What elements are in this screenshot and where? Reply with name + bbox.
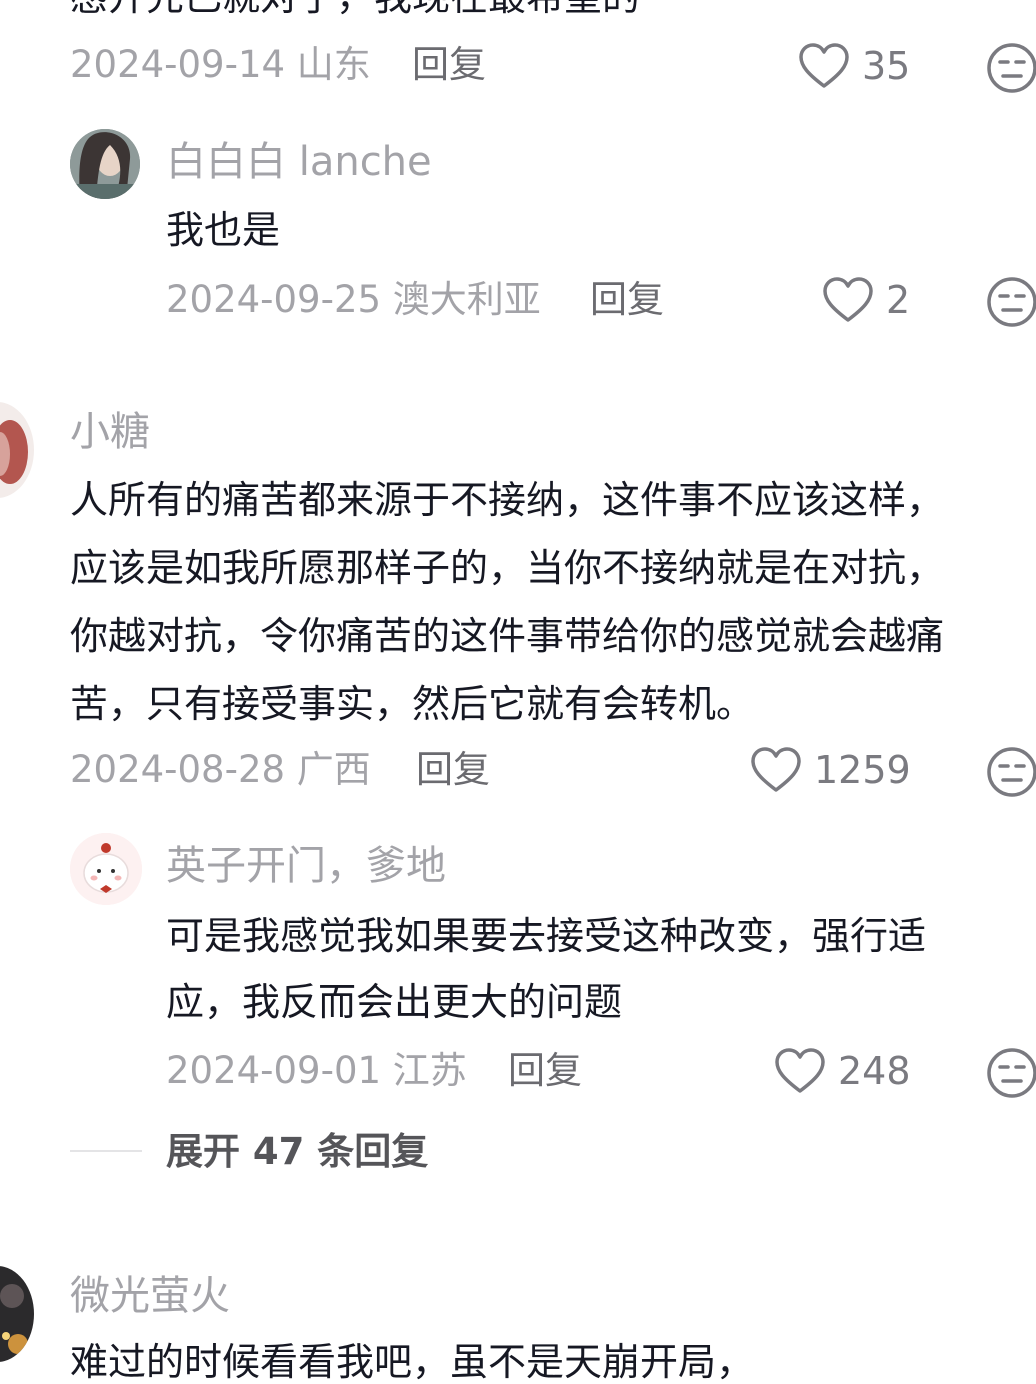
heart-icon (799, 43, 849, 88)
like-button[interactable]: 1259 (750, 746, 911, 794)
expand-replies-button[interactable]: 展开 47 条回复 (166, 1133, 428, 1170)
like-button[interactable]: 248 (774, 1047, 911, 1095)
reply-text: 我也是 (166, 208, 281, 252)
reply-button[interactable]: 回复 (508, 1052, 582, 1089)
avatar[interactable] (70, 129, 140, 199)
heart-icon (751, 747, 801, 792)
avatar[interactable] (70, 833, 142, 905)
like-button[interactable]: 2 (822, 276, 910, 324)
username[interactable]: 白白白 lanche (166, 142, 432, 182)
comment-line: 你越对抗，令你痛苦的这件事带给你的感觉就会越痛 (70, 614, 945, 658)
comment-date: 2024-09-25 澳大利亚 (166, 278, 541, 321)
reply-button[interactable]: 回复 (416, 751, 490, 788)
comment-line: 苦，只有接受事实，然后它就有会转机。 (70, 682, 755, 726)
comment-line: 应该是如我所愿那样子的，当你不接纳就是在对抗， (70, 546, 945, 590)
like-count: 35 (862, 44, 911, 88)
expand-divider (70, 1150, 142, 1152)
reply-line: 可是我感觉我如果要去接受这种改变，强行适 (166, 914, 927, 958)
comment-date: 2024-09-01 江苏 (166, 1049, 467, 1092)
reply-button[interactable]: 回复 (590, 281, 664, 318)
dislike-icon[interactable] (986, 42, 1036, 94)
like-count: 248 (838, 1049, 911, 1093)
heart-icon (823, 277, 873, 322)
like-button[interactable]: 35 (798, 42, 910, 90)
like-count: 2 (886, 278, 911, 322)
reply-button[interactable]: 回复 (412, 46, 486, 83)
like-count: 1259 (814, 748, 911, 792)
username[interactable]: 微光萤火 (70, 1276, 230, 1316)
dislike-icon[interactable] (986, 1047, 1036, 1099)
avatar[interactable] (0, 402, 34, 498)
reply-line: 应，我反而会出更大的问题 (166, 980, 623, 1024)
username[interactable]: 小糖 (70, 412, 150, 452)
username[interactable]: 英子开门，爹地 (166, 846, 446, 886)
comment-date: 2024-09-14 山东 (70, 43, 371, 86)
dislike-icon[interactable] (986, 746, 1036, 798)
dislike-icon[interactable] (986, 276, 1036, 328)
comment-text-cut: 感开先已就对了，我现在最希望的 (70, 0, 640, 16)
comment-date: 2024-08-28 广西 (70, 748, 371, 791)
avatar[interactable] (0, 1266, 34, 1362)
comment-text-cut: 难过的时候看看我吧，虽不是天崩开局， (70, 1340, 755, 1384)
heart-icon (775, 1048, 825, 1093)
comment-line: 人所有的痛苦都来源于不接纳，这件事不应该这样， (70, 478, 945, 522)
